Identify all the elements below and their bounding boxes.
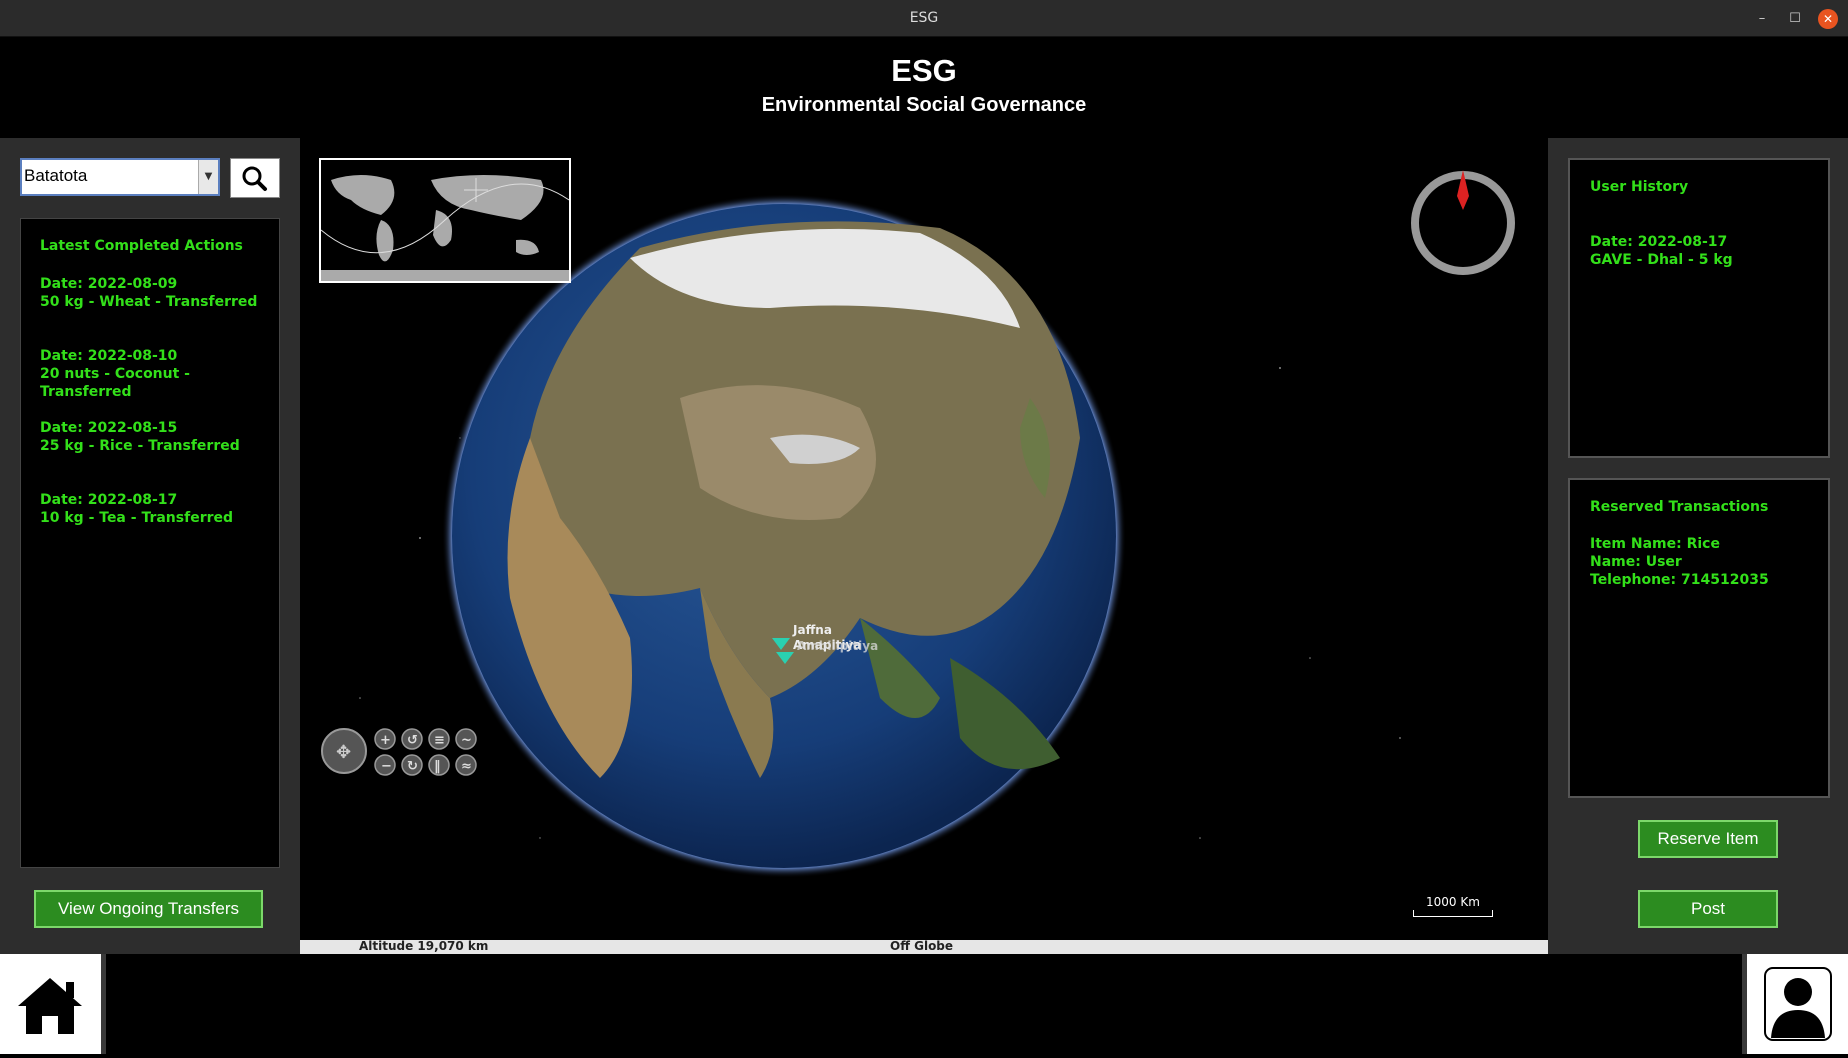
chevron-down-icon[interactable]: ▼ <box>198 160 218 194</box>
history-date: Date: 2022-08-17 <box>1590 234 1728 250</box>
post-button[interactable]: Post <box>1638 890 1778 928</box>
svg-text:‖: ‖ <box>434 759 441 774</box>
user-history-heading: User History <box>1590 179 1689 195</box>
world-map-icon <box>320 160 570 281</box>
footer-bar <box>0 954 1848 1054</box>
reserved-transactions-panel: Reserved Transactions Item Name: Rice Na… <box>1568 478 1830 798</box>
search-button[interactable] <box>230 158 280 198</box>
marker-label-jaffna: Jaffna <box>792 623 832 637</box>
action-date: Date: 2022-08-09 <box>40 276 178 292</box>
svg-text:≡: ≡ <box>434 733 445 748</box>
history-detail: GAVE - Dhal - 5 kg <box>1590 252 1733 268</box>
reserved-heading: Reserved Transactions <box>1590 499 1769 515</box>
action-detail: 25 kg - Rice - Transferred <box>40 438 240 454</box>
minimize-button[interactable]: – <box>1752 9 1772 29</box>
reserve-item-button[interactable]: Reserve Item <box>1638 820 1778 858</box>
navigation-controls[interactable]: ✥ + − ↺ ↻ ≡ ‖ ~ ≈ <box>321 728 477 776</box>
user-profile-button[interactable] <box>1747 954 1848 1054</box>
window-titlebar: ESG – ☐ ✕ <box>0 0 1848 37</box>
action-date: Date: 2022-08-10 <box>40 348 178 364</box>
home-icon <box>18 978 82 1034</box>
user-history-panel: User History Date: 2022-08-17 GAVE - Dha… <box>1568 158 1830 458</box>
status-bar: Altitude 19,070 km Off Globe <box>300 939 1548 954</box>
svg-text:−: − <box>381 759 392 774</box>
globe-view[interactable]: Jaffna Amapitiya Ambilipitiya ✥ + − ↺ ↻ ≡ ‖ <box>300 138 1548 940</box>
close-button[interactable]: ✕ <box>1818 9 1838 29</box>
compass-icon[interactable] <box>1408 168 1518 278</box>
footer-divider <box>101 954 106 1054</box>
action-detail: 10 kg - Tea - Transferred <box>40 510 234 526</box>
maximize-button[interactable]: ☐ <box>1785 9 1805 29</box>
scale-label: 1000 Km <box>1426 895 1480 909</box>
svg-text:↻: ↻ <box>407 759 418 774</box>
reserved-item-name: Item Name: Rice <box>1590 536 1720 552</box>
world-minimap[interactable] <box>319 158 571 283</box>
app-title: ESG <box>891 53 957 88</box>
svg-text:✥: ✥ <box>336 742 351 763</box>
action-date: Date: 2022-08-17 <box>40 492 178 508</box>
reserved-telephone: Telephone: 714512035 <box>1590 572 1769 588</box>
action-detail: 20 nuts - Coconut - Transferred <box>40 366 190 400</box>
app-subtitle: Environmental Social Governance <box>761 94 1087 116</box>
action-entry: Date: 2022-08-17 10 kg - Tea - Transferr… <box>40 491 233 527</box>
view-ongoing-transfers-button[interactable]: View Ongoing Transfers <box>34 890 263 928</box>
action-entry: Date: 2022-08-09 50 kg - Wheat - Transfe… <box>40 275 257 311</box>
action-entry: Date: 2022-08-15 25 kg - Rice - Transfer… <box>40 419 240 455</box>
location-combobox-value: Batatota <box>24 166 88 185</box>
map-scale: 1000 Km <box>1413 895 1493 917</box>
completed-actions-panel: Latest Completed Actions Date: 2022-08-0… <box>20 218 280 868</box>
action-detail: 50 kg - Wheat - Transferred <box>40 294 258 310</box>
action-date: Date: 2022-08-15 <box>40 420 178 436</box>
reserved-user-name: Name: User <box>1590 554 1682 570</box>
app-header: ESG Environmental Social Governance <box>0 37 1848 138</box>
marker-label-ambilipitiya: Ambilipitiya <box>797 639 878 653</box>
search-icon <box>242 166 267 191</box>
svg-text:+: + <box>380 733 391 748</box>
action-entry: Date: 2022-08-10 20 nuts - Coconut - Tra… <box>40 347 279 401</box>
altitude-readout: Altitude 19,070 km <box>359 939 489 953</box>
completed-actions-heading: Latest Completed Actions <box>40 238 243 254</box>
position-readout: Off Globe <box>890 939 954 953</box>
user-avatar-icon <box>1764 967 1832 1041</box>
scale-bar <box>1413 910 1493 917</box>
window-title: ESG <box>909 10 939 26</box>
svg-text:↺: ↺ <box>407 733 418 748</box>
home-button[interactable] <box>0 954 101 1054</box>
location-combobox[interactable]: Batatota ▼ <box>20 158 220 196</box>
svg-text:~: ~ <box>461 733 472 748</box>
svg-text:≈: ≈ <box>461 759 472 774</box>
